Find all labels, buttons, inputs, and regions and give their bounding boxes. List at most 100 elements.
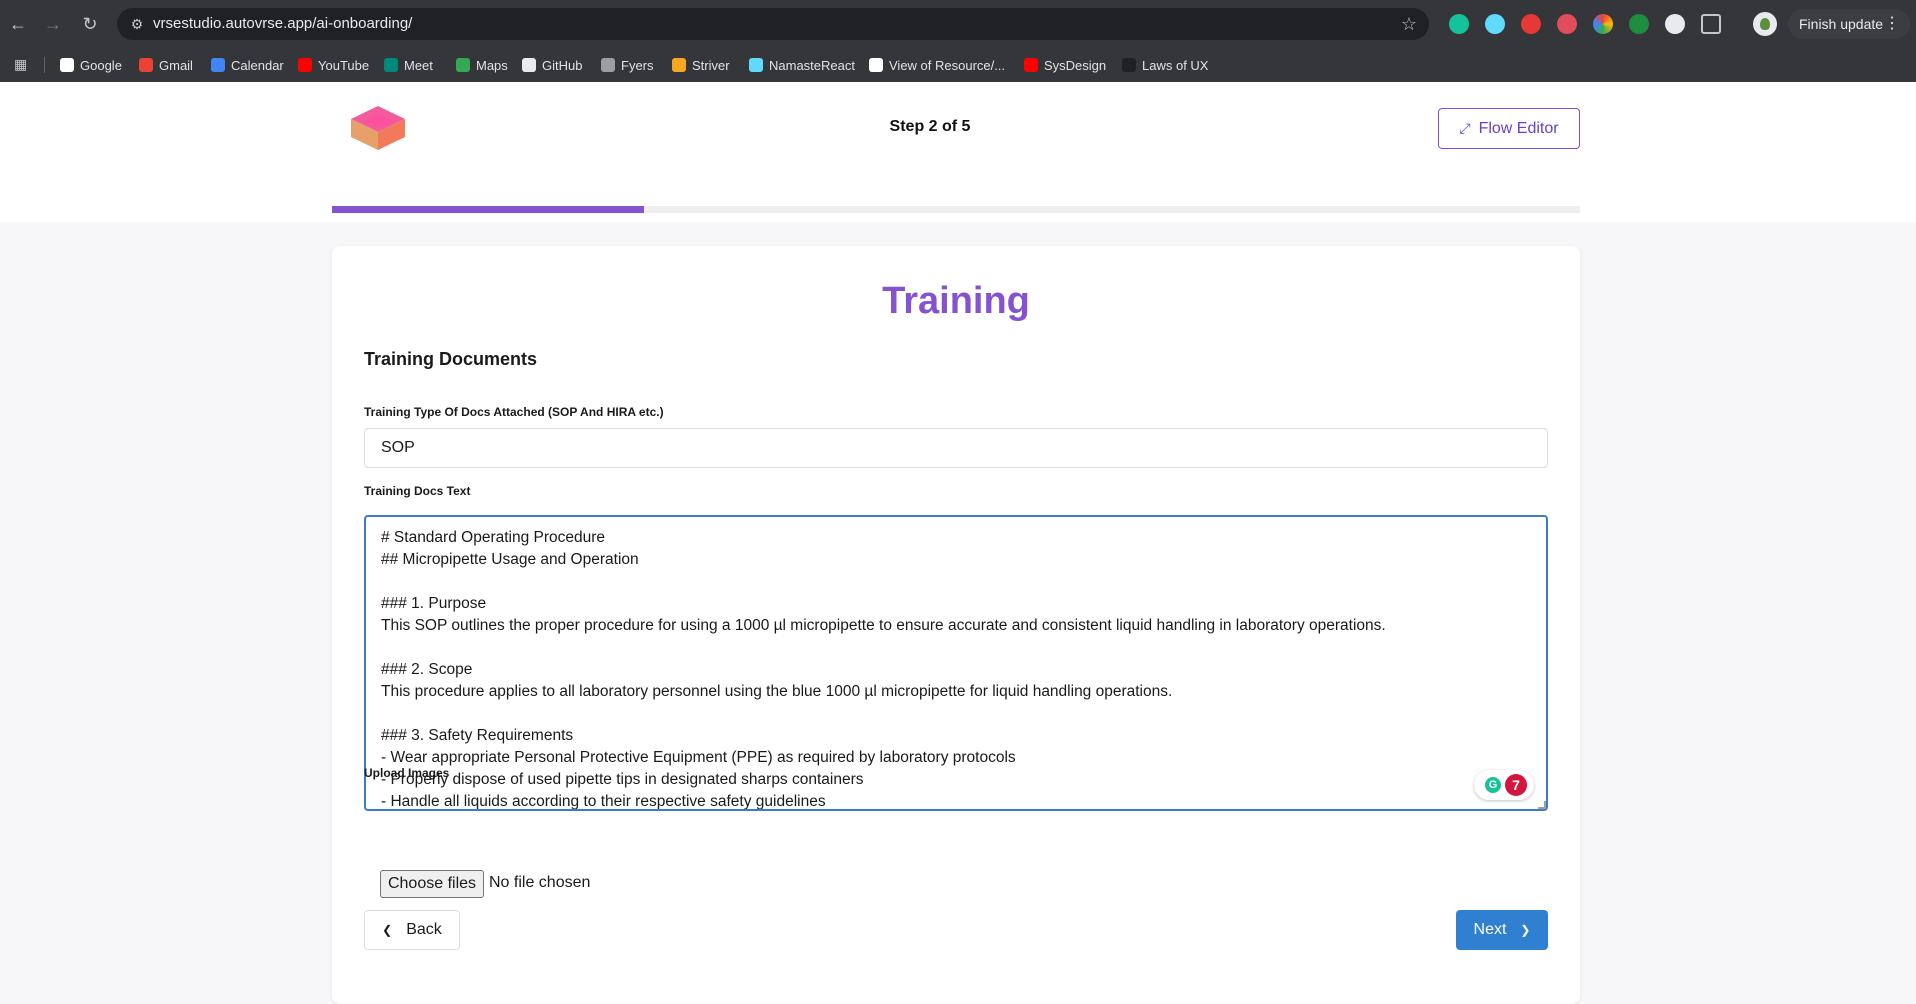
grammarly-extension-icon[interactable] xyxy=(1449,14,1469,34)
bookmark-item[interactable]: Google xyxy=(60,48,122,82)
bookmark-item[interactable]: YouTube xyxy=(298,48,369,82)
bookmark-favicon-icon xyxy=(456,58,470,72)
bookmark-item[interactable]: View of Resource/... xyxy=(869,48,1005,82)
bookmark-label: YouTube xyxy=(318,57,370,73)
section-title: Training Documents xyxy=(364,349,538,369)
bookmark-label: Maps xyxy=(476,57,508,73)
bookmarks-bar: ▦ Google Gmail Calendar YouTube Meet Maps GitH… xyxy=(0,48,1916,82)
flow-arrows-icon: ⤢ xyxy=(1459,120,1471,136)
browser-chrome: ← → ↻ ⚙ vrsestudio.autovrse.app/ai-onboa… xyxy=(0,0,1916,82)
finish-update-label: Finish update xyxy=(1799,16,1884,32)
bookmark-favicon-icon xyxy=(139,58,153,72)
bookmark-item[interactable]: Gmail xyxy=(139,48,193,82)
bookmark-label: Laws of UX xyxy=(1142,57,1209,73)
bookmark-label: Meet xyxy=(404,57,433,73)
flow-editor-button[interactable]: ⤢ Flow Editor xyxy=(1438,108,1580,149)
bookmark-label: Gmail xyxy=(159,57,193,73)
grammarly-icon: G xyxy=(1485,777,1501,793)
bookmarks-divider xyxy=(44,57,45,73)
textarea-line: This SOP outlines the proper procedure f… xyxy=(381,617,1386,634)
compass-extension-icon[interactable] xyxy=(1665,14,1685,34)
extensions-puzzle-icon[interactable] xyxy=(1701,14,1721,34)
react-devtools-extension-icon[interactable] xyxy=(1485,14,1505,34)
chevron-right-icon: ❯ xyxy=(1520,923,1531,937)
back-button[interactable]: ❮ Back xyxy=(364,910,460,950)
bookmark-label: Google xyxy=(80,57,122,73)
progress-fill xyxy=(332,206,644,213)
upload-label: Upload Images xyxy=(364,766,450,780)
next-label: Next xyxy=(1473,921,1507,938)
bookmark-label: Striver xyxy=(692,57,730,73)
shield-extension-icon[interactable] xyxy=(1557,14,1577,34)
finish-update-button[interactable]: Finish update ⋮ xyxy=(1788,9,1910,39)
bookmark-favicon-icon xyxy=(749,58,763,72)
page-header: Step 2 of 5 ⤢ Flow Editor xyxy=(0,82,1916,222)
bookmark-item[interactable]: Maps xyxy=(456,48,508,82)
bookmark-item[interactable]: Striver xyxy=(672,48,730,82)
docs-text-label: Training Docs Text xyxy=(364,484,471,498)
page-title: Training xyxy=(882,280,1030,322)
grammarly-count-badge: 7 xyxy=(1505,774,1527,796)
bookmark-favicon-icon xyxy=(672,58,686,72)
grammarly-widget[interactable]: G 7 xyxy=(1474,770,1534,800)
bookmark-label: Calendar xyxy=(231,57,284,73)
textarea-line xyxy=(381,571,1531,593)
back-label: Back xyxy=(406,921,442,938)
bookmark-favicon-icon xyxy=(1024,58,1038,72)
bookmark-item[interactable]: GitHub xyxy=(522,48,582,82)
bookmark-item[interactable]: Calendar xyxy=(211,48,284,82)
bookmark-favicon-icon xyxy=(869,58,883,72)
color-picker-extension-icon[interactable] xyxy=(1593,14,1613,34)
back-arrow-icon[interactable]: ← xyxy=(6,12,30,36)
step-indicator: Step 2 of 5 xyxy=(889,118,971,135)
bookmark-favicon-icon xyxy=(211,58,225,72)
address-url[interactable]: vrsestudio.autovrse.app/ai-onboarding/ xyxy=(153,8,412,40)
textarea-line: # Standard Operating Procedure xyxy=(381,529,606,546)
textarea-line: ### 3. Safety Requirements xyxy=(381,727,574,744)
browser-toolbar: ← → ↻ ⚙ vrsestudio.autovrse.app/ai-onboa… xyxy=(0,0,1916,48)
textarea-line: ## Micropipette Usage and Operation xyxy=(381,551,639,568)
resize-handle-icon[interactable] xyxy=(1538,801,1546,809)
bookmark-item[interactable]: SysDesign xyxy=(1024,48,1106,82)
bookmark-item[interactable]: Laws of UX xyxy=(1122,48,1208,82)
bookmark-item[interactable]: Meet xyxy=(384,48,433,82)
textarea-line xyxy=(381,637,1531,659)
next-button[interactable]: Next ❯ xyxy=(1456,910,1548,950)
training-docs-textarea[interactable]: # Standard Operating Procedure ## Micropi… xyxy=(364,515,1548,811)
bookmark-favicon-icon xyxy=(1122,58,1136,72)
reload-icon[interactable]: ↻ xyxy=(78,12,102,36)
red-extension-icon[interactable] xyxy=(1521,14,1541,34)
bookmark-star-icon[interactable]: ☆ xyxy=(1401,13,1417,35)
bookmark-label: GitHub xyxy=(542,57,583,73)
apps-grid-icon[interactable]: ▦ xyxy=(14,56,30,72)
training-type-input[interactable] xyxy=(364,428,1548,468)
onboarding-page: Step 2 of 5 ⤢ Flow Editor Training Train… xyxy=(0,82,1916,1004)
progress-track xyxy=(332,206,1580,213)
chevron-left-icon: ❮ xyxy=(382,923,393,937)
bookmark-item[interactable]: NamasteReact xyxy=(749,48,855,82)
type-field-label: Training Type Of Docs Attached (SOP And … xyxy=(364,405,664,419)
bookmark-favicon-icon xyxy=(601,58,615,72)
bookmark-label: SysDesign xyxy=(1044,57,1107,73)
bookmark-label: NamasteReact xyxy=(769,57,855,73)
forward-arrow-icon[interactable]: → xyxy=(41,12,65,36)
training-form-card: Training Training Documents Training Typ… xyxy=(332,246,1580,1004)
bookmark-label: Fyers xyxy=(621,57,654,73)
file-status-text: No file chosen xyxy=(489,874,591,891)
textarea-line: - Wear appropriate Personal Protective E… xyxy=(381,749,1016,766)
more-vertical-icon: ⋮ xyxy=(1884,15,1900,32)
choose-files-button[interactable]: Choose files xyxy=(380,870,484,898)
address-bar[interactable]: ⚙ vrsestudio.autovrse.app/ai-onboarding/… xyxy=(117,8,1429,40)
textarea-line: This procedure applies to all laboratory… xyxy=(381,683,1173,700)
brand-logo xyxy=(351,106,405,150)
profile-avatar[interactable] xyxy=(1753,12,1777,36)
textarea-line xyxy=(381,703,1531,725)
flow-editor-label: Flow Editor xyxy=(1478,119,1559,137)
bookmark-item[interactable]: Fyers xyxy=(601,48,654,82)
bookmark-label: View of Resource/... xyxy=(889,57,1006,73)
green-extension-icon[interactable] xyxy=(1629,14,1649,34)
bookmark-favicon-icon xyxy=(522,58,536,72)
bookmark-favicon-icon xyxy=(60,58,74,72)
site-info-icon[interactable]: ⚙ xyxy=(127,14,147,34)
bookmark-favicon-icon xyxy=(298,58,312,72)
